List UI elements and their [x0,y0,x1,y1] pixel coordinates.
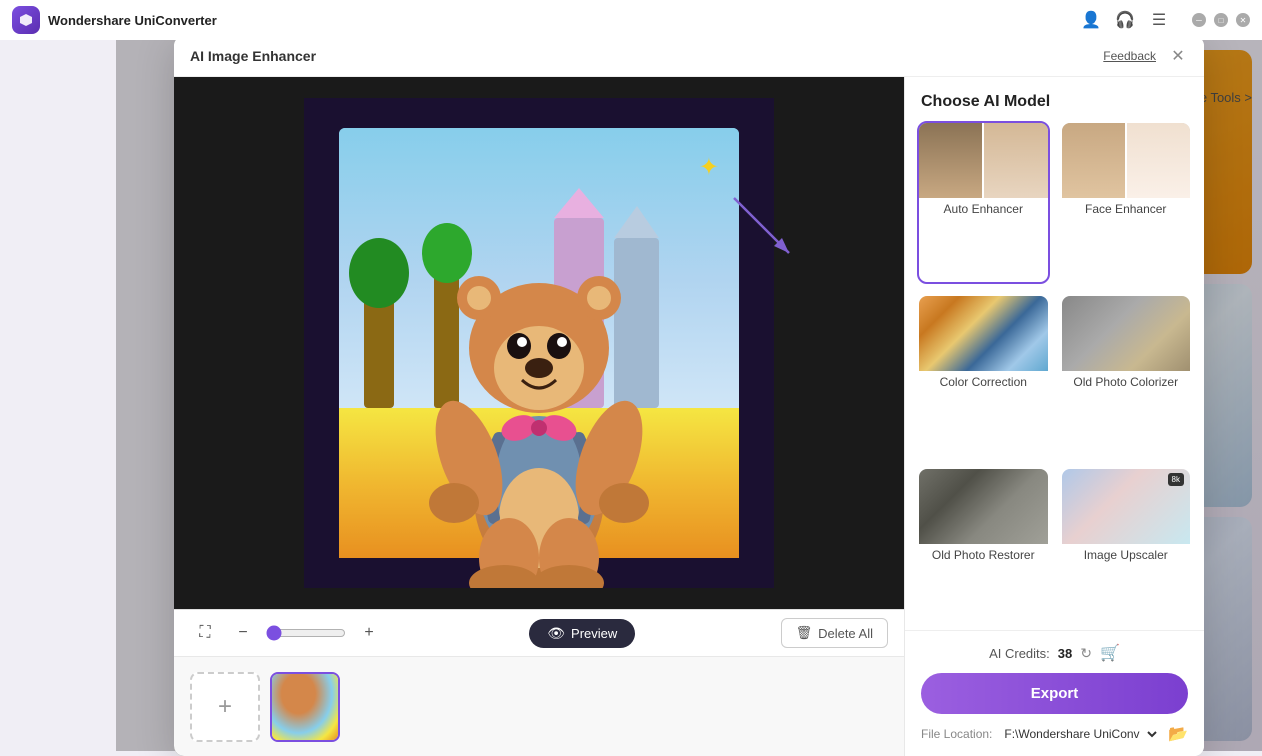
modal-body: ✦ ✦ [174,77,1204,756]
old-photo-restorer-img [919,469,1048,544]
delete-all-button[interactable]: 🗑 Delete All [781,618,888,648]
minimize-button[interactable]: ─ [1192,13,1206,27]
color-correction-label: Color Correction [919,371,1048,395]
modal-header: AI Image Enhancer Feedback ✕ [174,36,1204,77]
image-panel: ✦ ✦ [174,77,904,756]
right-panel: Choose AI Model Auto Enhancer [904,77,1204,756]
ai-image-enhancer-modal: AI Image Enhancer Feedback ✕ [174,36,1204,756]
credits-label: AI Credits: [989,646,1050,661]
modal-header-right: Feedback ✕ [1103,46,1188,66]
fit-screen-button[interactable]: ⛶ [190,618,220,648]
titlebar: Wondershare UniConverter 👤 🎧 ☰ ─ □ ✕ [0,0,1262,40]
thumbnail-image-1 [272,674,338,740]
image-upscaler-label: Image Upscaler [1062,544,1191,568]
credits-value: 38 [1058,646,1072,661]
sparkle-icon: ✦ [699,153,719,182]
model-card-old-photo-colorizer[interactable]: Old Photo Colorizer [1060,294,1193,457]
user-icon[interactable]: 👤 [1082,11,1100,29]
menu-icon[interactable]: ☰ [1150,11,1168,29]
feedback-link[interactable]: Feedback [1103,49,1156,63]
export-button[interactable]: Export [921,673,1188,714]
auto-enhancer-label: Auto Enhancer [919,198,1048,222]
color-correction-img [919,296,1048,371]
zoom-in-button[interactable]: + [354,618,384,648]
thumbnail-1[interactable] [270,672,340,742]
eye-icon: 👁 [547,625,565,642]
old-photo-colorizer-img [1062,296,1191,371]
file-location-select[interactable]: F:\Wondershare UniConv [1000,726,1160,742]
folder-icon[interactable]: 📂 [1168,724,1188,744]
model-card-color-correction[interactable]: Color Correction [917,294,1050,457]
app-title: Wondershare UniConverter [48,13,217,28]
modal-close-button[interactable]: ✕ [1168,46,1188,66]
logo-icon [18,12,34,28]
modal-overlay: AI Image Enhancer Feedback ✕ [116,36,1262,751]
toolbar-left-group: ⛶ − + [190,618,384,648]
refresh-icon[interactable]: ↻ [1080,645,1092,662]
trash-icon: 🗑 [796,625,813,641]
image-canvas: ✦ ✦ [174,77,904,609]
model-card-face-enhancer[interactable]: Face Enhancer [1060,121,1193,284]
zoom-out-button[interactable]: − [228,618,258,648]
preview-label: Preview [571,626,617,641]
modal-title: AI Image Enhancer [190,48,316,64]
app-logo [12,6,40,34]
zoom-slider[interactable] [266,625,346,641]
toolbar-right-group: 🗑 Delete All [781,618,888,648]
model-grid: Auto Enhancer Face Enhancer [905,121,1204,630]
toolbar-center-group: 👁 Preview [529,619,635,648]
arrow-svg [724,188,804,268]
maximize-button[interactable]: □ [1214,13,1228,27]
choose-model-title: Choose AI Model [905,77,1204,121]
add-image-button[interactable]: + [190,672,260,742]
headphone-icon[interactable]: 🎧 [1116,11,1134,29]
file-location-row: File Location: F:\Wondershare UniConv 📂 [921,724,1188,744]
image-toolbar: ⛶ − + 👁 Preview 🗑 Dele [174,609,904,656]
delete-all-label: Delete All [818,626,873,641]
old-photo-colorizer-label: Old Photo Colorizer [1062,371,1191,395]
auto-enhancer-img [919,123,1048,198]
face-enhancer-label: Face Enhancer [1062,198,1191,222]
cart-icon[interactable]: 🛒 [1100,643,1120,663]
titlebar-right: 👤 🎧 ☰ ─ □ ✕ [1082,11,1250,29]
model-card-image-upscaler[interactable]: 8k Image Upscaler [1060,467,1193,630]
face-enhancer-img [1062,123,1191,198]
old-photo-restorer-label: Old Photo Restorer [919,544,1048,568]
close-button[interactable]: ✕ [1236,13,1250,27]
model-card-auto-enhancer[interactable]: Auto Enhancer [917,121,1050,284]
image-upscaler-img: 8k [1062,469,1191,544]
titlebar-left: Wondershare UniConverter [12,6,217,34]
credits-row: AI Credits: 38 ↻ 🛒 [921,643,1188,663]
thumbnail-strip: + [174,656,904,756]
window-controls: ─ □ ✕ [1192,13,1250,27]
file-location-label: File Location: [921,727,992,741]
preview-button[interactable]: 👁 Preview [529,619,635,648]
model-card-old-photo-restorer[interactable]: Old Photo Restorer [917,467,1050,630]
panel-footer: AI Credits: 38 ↻ 🛒 Export File Location:… [905,630,1204,756]
